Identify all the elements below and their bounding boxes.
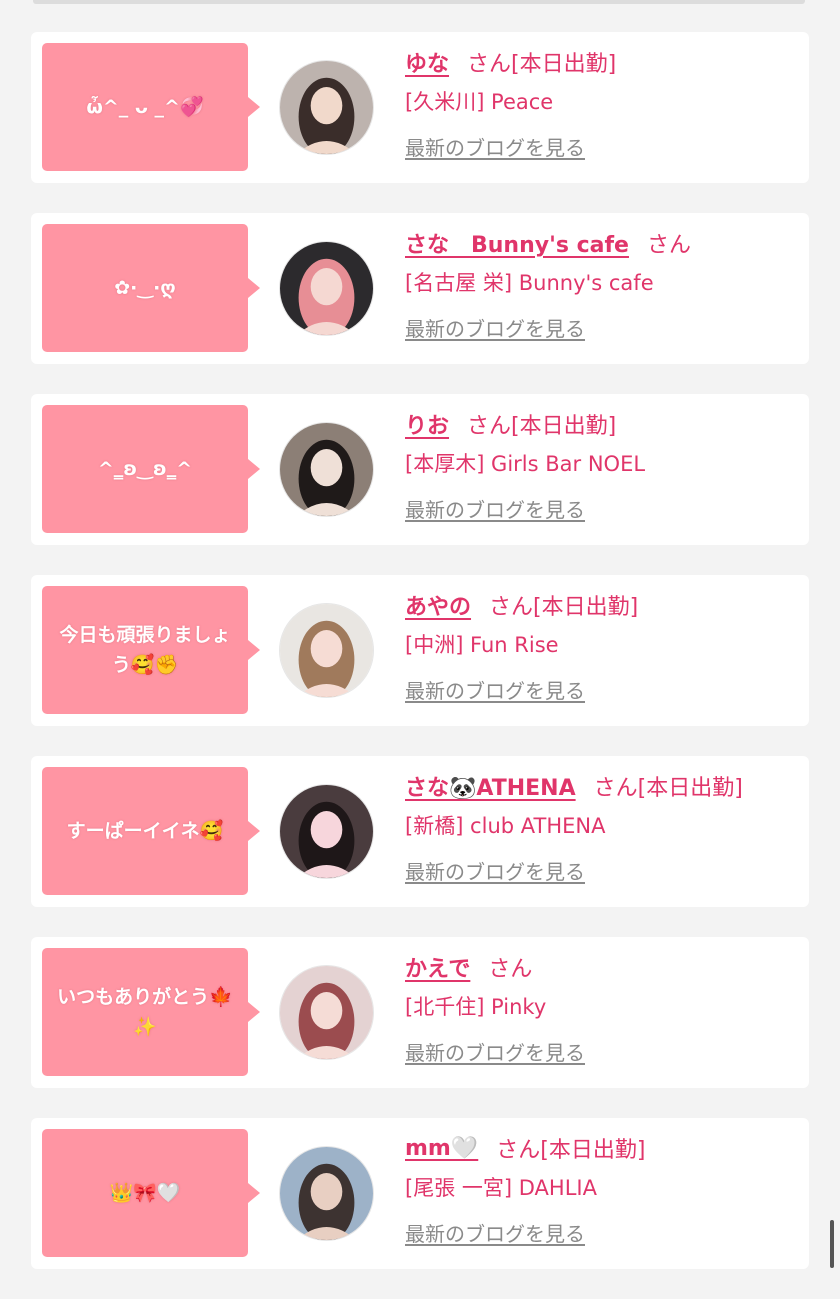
- latest-blog-link[interactable]: 最新のブログを見る: [405, 313, 585, 342]
- status-text: さん: [646, 233, 691, 258]
- list-item: ὦ^_ ᴗ _^💞 ゆな さん[本日出勤] [久米川] Peace 最新のブログ…: [31, 32, 809, 183]
- avatar[interactable]: [279, 1146, 374, 1241]
- shop-name: [本厚木] Girls Bar NOEL: [405, 452, 646, 476]
- latest-blog-link[interactable]: 最新のブログを見る: [405, 675, 585, 704]
- girl-name-link[interactable]: りお: [405, 408, 449, 440]
- entry-info: さな Bunny's cafe さん [名古屋 栄] Bunny's cafe …: [405, 225, 799, 342]
- comment-bubble: すーぱーイイネ🥰: [42, 767, 260, 895]
- list-item: すーぱーイイネ🥰 さな🐼ATHENA さん[本日出勤] [新橋] club AT…: [31, 756, 809, 907]
- comment-bubble: 今日も頑張りましょう🥰✊: [42, 586, 260, 714]
- girl-name-link[interactable]: ゆな: [405, 46, 449, 78]
- shop-name: [久米川] Peace: [405, 90, 554, 114]
- latest-blog-link[interactable]: 最新のブログを見る: [405, 1218, 585, 1247]
- profile-photo: [280, 61, 373, 154]
- girl-name-link[interactable]: さな🐼ATHENA: [405, 770, 576, 802]
- shop-name: [尾張 一宮] DAHLIA: [405, 1176, 597, 1200]
- latest-blog-link[interactable]: 最新のブログを見る: [405, 856, 585, 885]
- list-item: いつもありがとう🍁✨ かえで さん [北千住] Pinky 最新のブログを見る: [31, 937, 809, 1088]
- entry-info: ゆな さん[本日出勤] [久米川] Peace 最新のブログを見る: [405, 44, 799, 161]
- entry-info: りお さん[本日出勤] [本厚木] Girls Bar NOEL 最新のブログを…: [405, 406, 799, 523]
- entry-info: かえで さん [北千住] Pinky 最新のブログを見る: [405, 949, 799, 1066]
- comment-bubble: ὦ^_ ᴗ _^💞: [42, 43, 260, 171]
- latest-blog-link[interactable]: 最新のブログを見る: [405, 132, 585, 161]
- profile-photo: [280, 423, 373, 516]
- status-text: さん[本日出勤]: [467, 414, 617, 439]
- comment-text: すーぱーイイネ🥰: [66, 820, 224, 842]
- status-text: さん: [488, 957, 533, 982]
- comment-text: 今日も頑張りましょう🥰✊: [59, 624, 231, 676]
- avatar[interactable]: [279, 784, 374, 879]
- entry-info: あやの さん[本日出勤] [中洲] Fun Rise 最新のブログを見る: [405, 587, 799, 704]
- avatar[interactable]: [279, 241, 374, 336]
- status-text: さん[本日出勤]: [593, 776, 743, 801]
- profile-photo: [280, 785, 373, 878]
- profile-photo: [280, 604, 373, 697]
- comment-bubble: 👑🎀🤍: [42, 1129, 260, 1257]
- top-divider: [33, 0, 805, 4]
- comment-text: ὦ^_ ᴗ _^💞: [86, 96, 204, 118]
- shop-name: [中洲] Fun Rise: [405, 633, 559, 657]
- entry-info: さな🐼ATHENA さん[本日出勤] [新橋] club ATHENA 最新のブ…: [405, 768, 799, 885]
- avatar[interactable]: [279, 603, 374, 698]
- latest-blog-link[interactable]: 最新のブログを見る: [405, 494, 585, 523]
- comment-bubble: ✿·‿·ღ: [42, 224, 260, 352]
- status-text: さん[本日出勤]: [489, 595, 639, 620]
- latest-blog-link[interactable]: 最新のブログを見る: [405, 1037, 585, 1066]
- blog-comment-list: ὦ^_ ᴗ _^💞 ゆな さん[本日出勤] [久米川] Peace 最新のブログ…: [31, 32, 809, 1299]
- girl-name-link[interactable]: かえで: [405, 951, 470, 983]
- comment-bubble: いつもありがとう🍁✨: [42, 948, 260, 1076]
- shop-name: [新橋] club ATHENA: [405, 814, 606, 838]
- list-item: ^‗ʚ‿ʚ‗^ りお さん[本日出勤] [本厚木] Girls Bar NOEL…: [31, 394, 809, 545]
- shop-name: [北千住] Pinky: [405, 995, 547, 1019]
- list-item: 👑🎀🤍 mm🤍 さん[本日出勤] [尾張 一宮] DAHLIA 最新のブログを見…: [31, 1118, 809, 1269]
- status-text: さん[本日出勤]: [467, 52, 617, 77]
- list-item: 今日も頑張りましょう🥰✊ あやの さん[本日出勤] [中洲] Fun Rise …: [31, 575, 809, 726]
- comment-text: ^‗ʚ‿ʚ‗^: [97, 458, 193, 480]
- status-text: さん[本日出勤]: [496, 1138, 646, 1163]
- comment-text: 👑🎀🤍: [109, 1182, 181, 1204]
- avatar[interactable]: [279, 422, 374, 517]
- girl-name-link[interactable]: mm🤍: [405, 1136, 478, 1161]
- comment-bubble: ^‗ʚ‿ʚ‗^: [42, 405, 260, 533]
- scrollbar[interactable]: [830, 1220, 834, 1268]
- comment-text: ✿·‿·ღ: [114, 277, 176, 299]
- girl-name-link[interactable]: あやの: [405, 589, 471, 621]
- list-item: ✿·‿·ღ さな Bunny's cafe さん [名古屋 栄] Bunny's…: [31, 213, 809, 364]
- profile-photo: [280, 242, 373, 335]
- profile-photo: [280, 1147, 373, 1240]
- girl-name-link[interactable]: さな Bunny's cafe: [405, 227, 629, 259]
- shop-name: [名古屋 栄] Bunny's cafe: [405, 271, 654, 295]
- avatar[interactable]: [279, 965, 374, 1060]
- comment-text: いつもありがとう🍁✨: [57, 986, 233, 1038]
- entry-info: mm🤍 さん[本日出勤] [尾張 一宮] DAHLIA 最新のブログを見る: [405, 1130, 799, 1247]
- avatar[interactable]: [279, 60, 374, 155]
- profile-photo: [280, 966, 373, 1059]
